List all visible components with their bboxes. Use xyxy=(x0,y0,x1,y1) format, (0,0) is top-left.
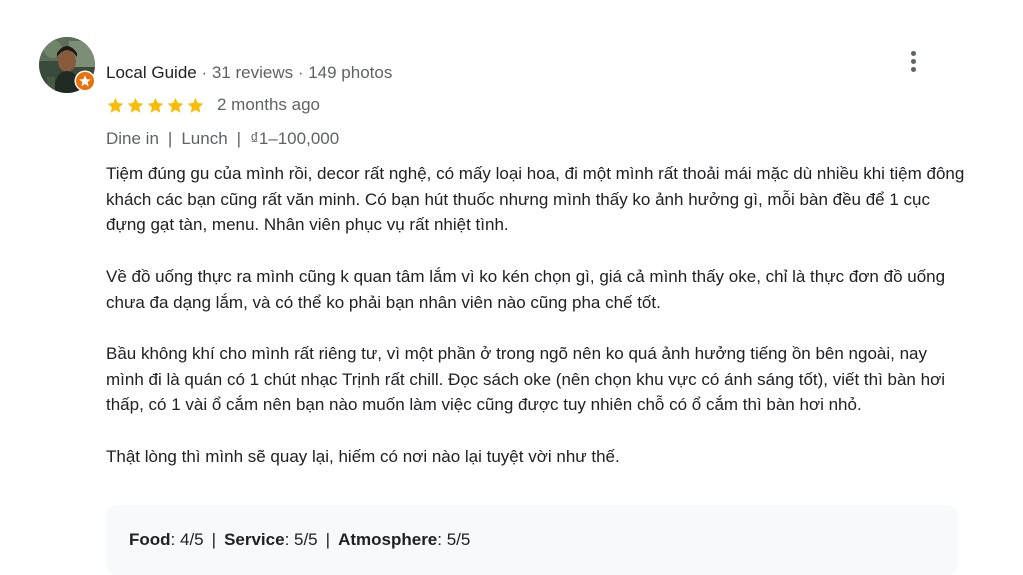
tag-separator: | xyxy=(236,129,242,148)
food-label: Food xyxy=(129,530,171,549)
meta-separator: · xyxy=(196,63,212,82)
rating-row: 2 months ago xyxy=(106,94,320,116)
star-icon xyxy=(107,97,124,113)
local-guide-label[interactable]: Local Guide xyxy=(106,63,197,82)
tag-separator: | xyxy=(167,129,173,148)
food-value: : 4/5 xyxy=(170,530,204,549)
local-guide-badge-icon xyxy=(74,70,96,92)
review-paragraph: Về đồ uống thực ra mình cũng k quan tâm … xyxy=(106,266,946,312)
service-label: Service xyxy=(224,530,285,549)
review-text: Tiệm đúng gu của mình rồi, decor rất ngh… xyxy=(106,161,966,469)
attr-separator: | xyxy=(325,530,331,549)
reviewer-meta: Local Guide · 31 reviews · 149 photos xyxy=(106,62,392,84)
review-paragraph: Tiệm đúng gu của mình rồi, decor rất ngh… xyxy=(106,164,965,235)
review-time: 2 months ago xyxy=(217,95,321,114)
atmosphere-value: : 5/5 xyxy=(437,530,471,549)
review-count: 31 reviews xyxy=(211,63,294,82)
rating-attributes-box: Food: 4/5 | Service: 5/5 | Atmosphere: 5/5 xyxy=(106,505,958,575)
review-paragraph: Thật lòng thì mình sẽ quay lại, hiếm có … xyxy=(106,446,620,466)
rating-attributes: Food: 4/5 | Service: 5/5 | Atmosphere: 5/5 xyxy=(129,529,470,551)
review-paragraph: Bầu không khí cho mình rất riêng tư, vì … xyxy=(106,343,945,415)
more-vertical-icon-dot xyxy=(910,66,916,72)
photo-count: 149 photos xyxy=(308,63,393,82)
meta-separator: · xyxy=(293,63,309,82)
visit-tags: Dine in | Lunch | ₫1–100,000 xyxy=(106,128,339,150)
star-rating xyxy=(106,96,205,115)
star-icon xyxy=(127,97,144,113)
more-vertical-icon-dot xyxy=(910,58,916,64)
atmosphere-label: Atmosphere xyxy=(338,530,438,549)
star-icon xyxy=(167,97,184,113)
star-icon xyxy=(187,97,204,113)
tag-price: ₫1–100,000 xyxy=(250,129,340,148)
more-vertical-icon xyxy=(910,50,916,56)
service-value: : 5/5 xyxy=(284,530,318,549)
star-icon xyxy=(147,97,164,113)
tag-meal: Lunch xyxy=(181,129,228,148)
tag-dining: Dine in xyxy=(106,129,159,148)
review-card: Local Guide · 31 reviews · 149 photos 2 … xyxy=(0,0,1023,575)
attr-separator: | xyxy=(211,530,217,549)
more-options-button[interactable] xyxy=(898,46,928,76)
